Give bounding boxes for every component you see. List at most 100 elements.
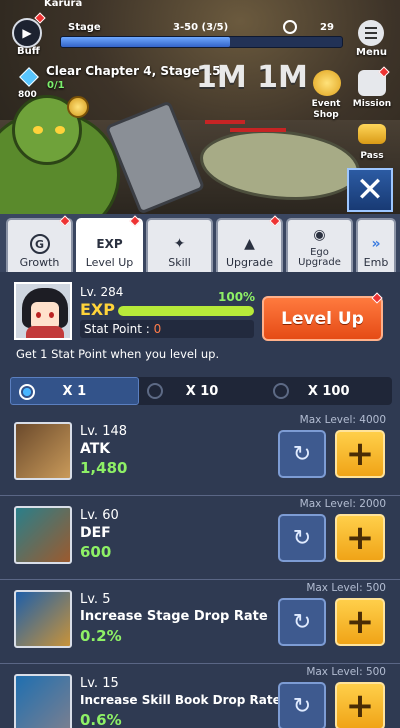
upgrade-glyph: ▲: [244, 236, 255, 252]
close-x-icon[interactable]: ✕: [347, 168, 393, 212]
tab-upgrade[interactable]: ▲ Upgrade: [216, 215, 283, 272]
sword-icon: [14, 422, 72, 480]
event-shop-label[interactable]: Event Shop: [305, 99, 347, 121]
pass-label[interactable]: Pass: [352, 151, 392, 162]
plus-button[interactable]: +: [335, 430, 385, 478]
radio-icon: [146, 383, 163, 399]
multiplier-selector: X 1 X 10 X 100: [10, 377, 392, 405]
hero-eye: [49, 312, 54, 318]
battle-scene: Karura ▶ Buff Stage 3-50 (3/5) 29 Menu 8…: [0, 0, 400, 214]
tab-ego-upgrade[interactable]: ◉ Ego Upgrade: [286, 218, 353, 272]
plus-button[interactable]: +: [335, 598, 385, 646]
plus-icon: +: [345, 518, 375, 558]
stage-value: 3-50 (3/5): [173, 22, 229, 33]
multiplier-x1[interactable]: X 1: [10, 377, 139, 405]
tab-label: Level Up: [85, 256, 134, 269]
stage-progress-fill: [61, 37, 230, 47]
reset-icon: ↻: [292, 441, 312, 467]
stat-value: 0.2%: [80, 627, 122, 645]
growth-icon: G: [28, 233, 52, 255]
book-chest-icon: [14, 674, 72, 728]
level-up-button[interactable]: Level Up: [262, 292, 383, 341]
stat-name: DEF: [80, 525, 111, 541]
emblem-glyph: »: [371, 236, 381, 252]
stat-value: 0.6%: [80, 711, 122, 728]
stat-max-level: Max Level: 500: [306, 666, 386, 678]
emblem-icon: »: [364, 233, 388, 255]
tab-emblem[interactable]: » Emb: [356, 218, 396, 272]
stat-row-skill-book-drop: Lv. 15 Increase Skill Book Drop Rate 0.6…: [0, 664, 400, 728]
ego-glyph: ◉: [313, 227, 326, 243]
stage-progress-bar: [60, 36, 343, 48]
plus-icon: +: [345, 434, 375, 474]
notification-dot: [129, 215, 141, 227]
menu-label: Menu: [356, 47, 387, 58]
plus-icon: +: [345, 686, 375, 726]
stat-level: Lv. 60: [80, 508, 119, 523]
close-glyph: ✕: [355, 170, 385, 210]
hero-level: Lv. 284: [80, 285, 124, 299]
stat-max-level: Max Level: 500: [306, 582, 386, 594]
alarm-clock-icon[interactable]: [313, 70, 341, 96]
buff-button[interactable]: ▶: [12, 18, 42, 48]
notification-dot: [59, 215, 71, 227]
radio-selected-icon: [19, 384, 35, 400]
multiplier-label: X 10: [185, 383, 219, 399]
gem-icon: [19, 67, 39, 87]
stat-row-def: Lv. 60 DEF 600 Max Level: 2000 ↻ +: [0, 496, 400, 580]
gem-count: 800: [18, 90, 37, 100]
stat-point: Stat Point : 0: [80, 320, 254, 338]
treasure-chest-icon: [14, 590, 72, 648]
buff-label: Buff: [17, 46, 40, 57]
reset-icon: ↻: [292, 609, 312, 635]
mission-label[interactable]: Mission: [350, 99, 394, 110]
tab-level-up[interactable]: EXP Level Up: [76, 215, 143, 272]
tab-label: Skill: [168, 256, 191, 269]
tab-label: Ego Upgrade: [298, 247, 341, 268]
tab-label: Emb: [363, 256, 389, 269]
tab-growth[interactable]: G Growth: [6, 215, 73, 272]
stat-row-stage-drop: Lv. 5 Increase Stage Drop Rate 0.2% Max …: [0, 580, 400, 664]
radio-icon: [273, 383, 290, 399]
level-up-label: Level Up: [281, 308, 364, 329]
reset-button[interactable]: ↻: [278, 682, 326, 728]
reset-icon: ↻: [292, 693, 312, 719]
plus-icon: +: [345, 602, 375, 642]
stat-value: 1,480: [80, 459, 128, 477]
stat-level: Lv. 5: [80, 592, 111, 607]
tab-skill[interactable]: ✦ Skill: [146, 218, 213, 272]
reset-icon: ↻: [292, 525, 312, 551]
reset-button[interactable]: ↻: [278, 598, 326, 646]
stat-name: Increase Skill Book Drop Rate: [80, 693, 281, 707]
plus-button[interactable]: +: [335, 514, 385, 562]
coin-reward-icon: [67, 96, 89, 118]
reset-button[interactable]: ↻: [278, 514, 326, 562]
multiplier-label: X 1: [62, 383, 87, 399]
hero-body: [26, 326, 64, 338]
quest-text[interactable]: Clear Chapter 4, Stage 15: [46, 64, 220, 78]
multiplier-x100[interactable]: X 100: [265, 377, 392, 405]
menu-tabs: G Growth EXP Level Up ✦ Skill ▲ Upgrade …: [0, 214, 400, 272]
stat-max-level: Max Level: 4000: [299, 414, 386, 426]
stat-row-atk: Lv. 148 ATK 1,480 Max Level: 4000 ↻ +: [0, 412, 400, 496]
skill-glyph: ✦: [173, 236, 186, 252]
ego-icon: ◉: [308, 224, 332, 246]
stat-name: Increase Stage Drop Rate: [80, 609, 268, 624]
hero-eye: [36, 312, 41, 318]
reset-button[interactable]: ↻: [278, 430, 326, 478]
exp-bar: [118, 306, 254, 316]
menu-button[interactable]: [358, 20, 384, 46]
enemy-hp-bar: [205, 120, 245, 124]
plus-button[interactable]: +: [335, 682, 385, 728]
exp-glyph: EXP: [96, 237, 123, 251]
play-icon: ▶: [22, 26, 32, 40]
stat-max-level: Max Level: 2000: [299, 498, 386, 510]
damage-number: 1M 1M: [196, 60, 308, 95]
exp-bar-fill: [118, 306, 254, 316]
multiplier-x10[interactable]: X 10: [139, 377, 266, 405]
level-up-panel: Lv. 284 EXP 100% Stat Point : 0 Level Up…: [0, 272, 400, 728]
stage-label: Stage: [68, 22, 101, 33]
crown-pass-icon[interactable]: [358, 124, 386, 144]
timer-value: 29: [320, 22, 334, 33]
orc-eye: [55, 126, 65, 134]
